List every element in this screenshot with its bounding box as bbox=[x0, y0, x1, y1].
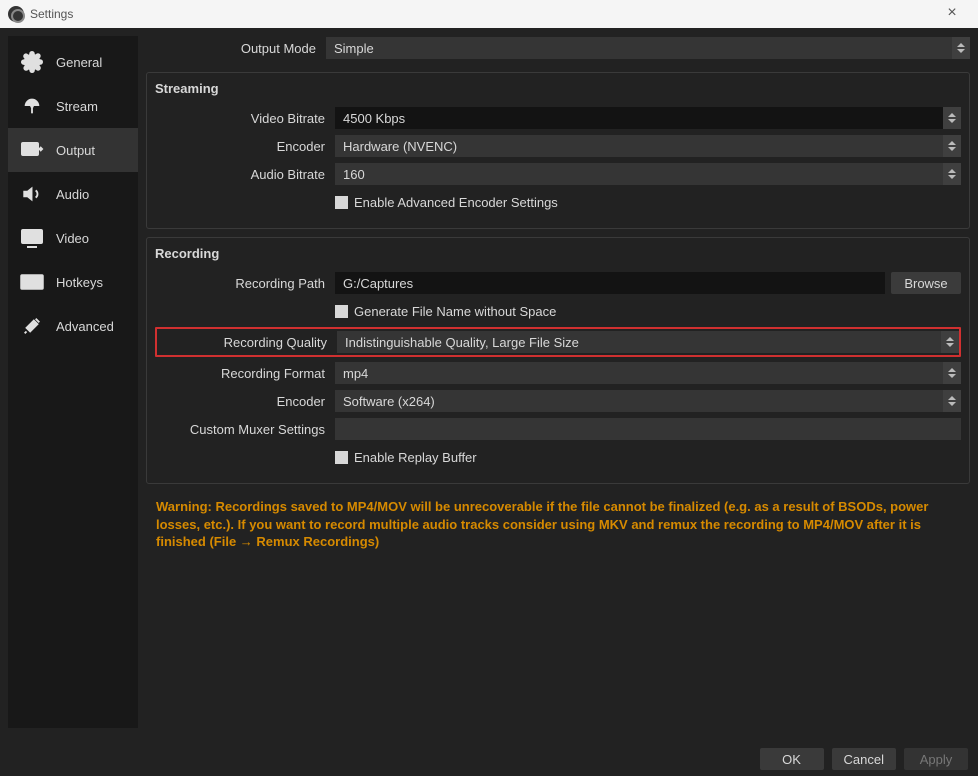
output-mode-label: Output Mode bbox=[146, 41, 326, 56]
tools-icon bbox=[18, 312, 46, 340]
checkbox-label: Enable Replay Buffer bbox=[354, 450, 477, 465]
chevron-updown-icon bbox=[943, 390, 961, 412]
sidebar-label: Output bbox=[56, 143, 95, 158]
input-value: G:/Captures bbox=[343, 276, 413, 291]
sidebar-label: Stream bbox=[56, 99, 98, 114]
window-title: Settings bbox=[30, 7, 73, 21]
cancel-button[interactable]: Cancel bbox=[832, 748, 896, 770]
chevron-updown-icon bbox=[943, 135, 961, 157]
sidebar-item-audio[interactable]: Audio bbox=[8, 172, 138, 216]
warning-text: Warning: Recordings saved to MP4/MOV wil… bbox=[146, 492, 970, 555]
gear-icon bbox=[18, 48, 46, 76]
sidebar-item-video[interactable]: Video bbox=[8, 216, 138, 260]
checkbox-box[interactable] bbox=[335, 305, 348, 318]
sidebar-label: Hotkeys bbox=[56, 275, 103, 290]
sidebar-item-output[interactable]: Output bbox=[8, 128, 138, 172]
monitor-icon bbox=[18, 224, 46, 252]
recording-encoder-select[interactable]: Software (x264) bbox=[335, 390, 961, 412]
select-value: Simple bbox=[334, 41, 374, 56]
select-value: Indistinguishable Quality, Large File Si… bbox=[345, 335, 579, 350]
streaming-group: Streaming Video Bitrate 4500 Kbps Encode… bbox=[146, 72, 970, 229]
select-value: 160 bbox=[343, 167, 365, 182]
chevron-updown-icon bbox=[943, 163, 961, 185]
recording-quality-label: Recording Quality bbox=[157, 335, 337, 350]
recording-format-label: Recording Format bbox=[155, 366, 335, 381]
sidebar-item-stream[interactable]: Stream bbox=[8, 84, 138, 128]
output-mode-select[interactable]: Simple bbox=[326, 37, 970, 59]
checkbox-label: Generate File Name without Space bbox=[354, 304, 556, 319]
spinner-icon[interactable] bbox=[943, 107, 961, 129]
video-bitrate-label: Video Bitrate bbox=[155, 111, 335, 126]
recording-format-select[interactable]: mp4 bbox=[335, 362, 961, 384]
browse-button[interactable]: Browse bbox=[891, 272, 961, 294]
chevron-updown-icon bbox=[941, 331, 959, 353]
streaming-encoder-label: Encoder bbox=[155, 139, 335, 154]
checkbox-box[interactable] bbox=[335, 196, 348, 209]
close-button[interactable]: × bbox=[936, 4, 968, 22]
signal-icon bbox=[18, 92, 46, 120]
recording-encoder-label: Encoder bbox=[155, 394, 335, 409]
recording-quality-select[interactable]: Indistinguishable Quality, Large File Si… bbox=[337, 331, 959, 353]
app-icon bbox=[8, 6, 24, 22]
audio-bitrate-select[interactable]: 160 bbox=[335, 163, 961, 185]
output-mode-row: Output Mode Simple bbox=[146, 36, 970, 60]
replay-buffer-checkbox[interactable]: Enable Replay Buffer bbox=[335, 450, 477, 465]
checkbox-box[interactable] bbox=[335, 451, 348, 464]
advanced-encoder-checkbox[interactable]: Enable Advanced Encoder Settings bbox=[335, 195, 558, 210]
filename-nospace-checkbox[interactable]: Generate File Name without Space bbox=[335, 304, 556, 319]
highlighted-row: Recording Quality Indistinguishable Qual… bbox=[155, 327, 961, 357]
output-icon bbox=[18, 136, 46, 164]
sidebar-item-hotkeys[interactable]: Hotkeys bbox=[8, 260, 138, 304]
muxer-input[interactable] bbox=[335, 418, 961, 440]
streaming-encoder-select[interactable]: Hardware (NVENC) bbox=[335, 135, 961, 157]
group-title: Streaming bbox=[155, 81, 961, 96]
speaker-icon bbox=[18, 180, 46, 208]
dialog-buttons: OK Cancel Apply bbox=[760, 748, 968, 770]
select-value: Hardware (NVENC) bbox=[343, 139, 457, 154]
audio-bitrate-label: Audio Bitrate bbox=[155, 167, 335, 182]
input-value: 4500 Kbps bbox=[343, 111, 405, 126]
sidebar: General Stream Output Audio Video bbox=[8, 36, 138, 728]
chevron-updown-icon bbox=[952, 37, 970, 59]
apply-button[interactable]: Apply bbox=[904, 748, 968, 770]
sidebar-label: Advanced bbox=[56, 319, 114, 334]
group-title: Recording bbox=[155, 246, 961, 261]
muxer-label: Custom Muxer Settings bbox=[155, 422, 335, 437]
select-value: mp4 bbox=[343, 366, 368, 381]
select-value: Software (x264) bbox=[343, 394, 435, 409]
checkbox-label: Enable Advanced Encoder Settings bbox=[354, 195, 558, 210]
sidebar-item-advanced[interactable]: Advanced bbox=[8, 304, 138, 348]
video-bitrate-input[interactable]: 4500 Kbps bbox=[335, 107, 961, 129]
chevron-updown-icon bbox=[943, 362, 961, 384]
recording-group: Recording Recording Path G:/Captures Bro… bbox=[146, 237, 970, 484]
sidebar-item-general[interactable]: General bbox=[8, 40, 138, 84]
recording-path-label: Recording Path bbox=[155, 276, 335, 291]
titlebar: Settings × bbox=[0, 0, 978, 28]
content-area: Output Mode Simple Streaming Video Bitra… bbox=[146, 36, 970, 728]
keyboard-icon bbox=[18, 268, 46, 296]
sidebar-label: Video bbox=[56, 231, 89, 246]
sidebar-label: General bbox=[56, 55, 102, 70]
sidebar-label: Audio bbox=[56, 187, 89, 202]
recording-path-input[interactable]: G:/Captures bbox=[335, 272, 885, 294]
ok-button[interactable]: OK bbox=[760, 748, 824, 770]
